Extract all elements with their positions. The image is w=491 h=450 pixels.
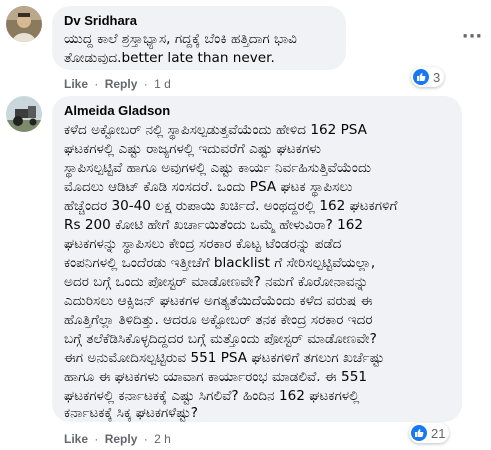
comment-author[interactable]: Almeida Gladson [64, 103, 170, 118]
comment-text-line: ಎದುರಿಸಲು ಆಕ್ಸಿಜನ್ ಘಟಕಗಳ ಅಗತ್ಯತೆಯಿದೆಯೆಂದು… [64, 293, 373, 309]
comment-text-line: ಹಾಗೂ ಈ ಘಟಕಗಳು ಯಾವಾಗ ಕಾರ್ಯಾರಂಭ ಮಾಡಲಿವೆ. ಈ… [64, 369, 367, 385]
separator: · [143, 77, 148, 91]
reaction-summary[interactable]: 3 [411, 67, 445, 87]
comment-text-line: ಹೊತ್ತಿಗೆಲ್ಲಾ ತಿಳಿದಿತ್ತು. ಆದರೂ ಅಕ್ಟೋಬರ್ ತ… [64, 312, 373, 328]
comment-actions: Like · Reply · 2 h [64, 432, 171, 446]
avatar[interactable] [6, 6, 42, 42]
avatar-image [6, 6, 42, 42]
comment-text-line: ಈಗ ಅನುಮೋದಿಸಲ್ಪಟ್ಟಿರುವ 551 PSA ಘಟಕಗಳಿಗೆ ತ… [64, 350, 385, 366]
like-button[interactable]: Like [64, 77, 88, 91]
reply-button[interactable]: Reply [105, 432, 138, 446]
comment-text-line: ಮೊದಲು ಆಡಿಟ್ ಕೊಡಿ ಸಂಸದರೆ. ಒಂದು PSA ಘಟಕ ಸ್… [64, 179, 353, 195]
reaction-summary[interactable]: 21 [409, 423, 450, 443]
comment-text-line: ಘಟಕಗಳಲ್ಲಿ ಎಷ್ಟು ರಾಜ್ಯಗಳಲ್ಲಿ ಇದುವರೆಗೆ ಎಷ್… [64, 141, 321, 157]
comment-text-line: ಕರ್ನಾಟಕಕ್ಕೆ ಸಿಕ್ಕ ಘಟಕಗಳೆಷ್ಟು? [64, 405, 198, 421]
comment-text-line: ಬಗ್ಗೆ ತಲೆಕೆಡಿಸಿಕೊಳ್ಳದಿದ್ದದರ ಬಗ್ಗೆ ಮತ್ತೊಂ… [64, 331, 377, 347]
like-button[interactable]: Like [64, 432, 88, 446]
separator: · [94, 77, 99, 91]
comment-text-line: ಸ್ಥಾಪಿಸಲ್ಪಟ್ಟಿವೆ ಹಾಗೂ ಅವುಗಳಲ್ಲಿ ಎಷ್ಟು ಕಾ… [64, 160, 372, 176]
comment-text-line: ಕಂಪನಿಗಳಲ್ಲಿ ಒಂದೆರಡು ಇತ್ತೀಚೆಗೆ blacklist … [64, 255, 376, 271]
reaction-count: 3 [433, 69, 441, 85]
comment-text-line: ತೋಡುವುದ.better late than never. [64, 50, 275, 66]
avatar[interactable] [6, 96, 42, 132]
comment-text-line: ಯುದ್ದ ಕಾಲೆ ಶ್ರಸ್ತಾಭ್ಯಾಸ, ಗದ್ದಕ್ಕೆ ಬೆಂಕಿ … [64, 31, 297, 47]
comment-text-line: Rs 200 ಕೋಟಿ ಹೇಗೆ ಖರ್ಚಾಯಿತೆಂದು ಒಮ್ಮೆ ಹೇಳು… [64, 217, 364, 233]
reply-button[interactable]: Reply [105, 77, 138, 91]
comment-actions: Like · Reply · 1 d [64, 77, 171, 91]
comment-text-line: ಕಳೆದ ಅಕ್ಟೋಬರ್ ನಲ್ಲಿ ಸ್ಥಾಪಿಸಲ್ಪಡುತ್ತವೆಯೆಂ… [64, 122, 367, 138]
comment-author[interactable]: Dv Sridhara [64, 13, 137, 28]
comment-text-line: ಹೆಚ್ಚೆಂದರ 30-40 ಲಕ್ಷ ರುಪಾಯಿ ಖರ್ಚಿದೆ. ಅಂಥ… [64, 198, 398, 214]
comment-timestamp[interactable]: 2 h [154, 432, 171, 446]
comment-timestamp[interactable]: 1 d [154, 77, 171, 91]
like-thumb-icon [413, 69, 429, 85]
reaction-count: 21 [431, 425, 446, 441]
comment-text-line: ಘಟಕಗಳನ್ನು ಸ್ಥಾಪಿಸಲು ಕೇಂದ್ರ ಸರಕಾರ ಕೊಟ್ಟ ಟ… [64, 236, 342, 252]
avatar-image [6, 96, 42, 132]
like-thumb-icon [411, 425, 427, 441]
comment-text-line: ಅದರ ಬಗ್ಗೆ ಒಂದು ಪೋಸ್ಟರ್ ಮಾಡೋಣವೇ? ನಮಗೆ ಕೊರ… [64, 274, 369, 290]
more-options-icon[interactable]: ··· [458, 22, 486, 50]
separator: · [143, 432, 148, 446]
separator: · [94, 432, 99, 446]
